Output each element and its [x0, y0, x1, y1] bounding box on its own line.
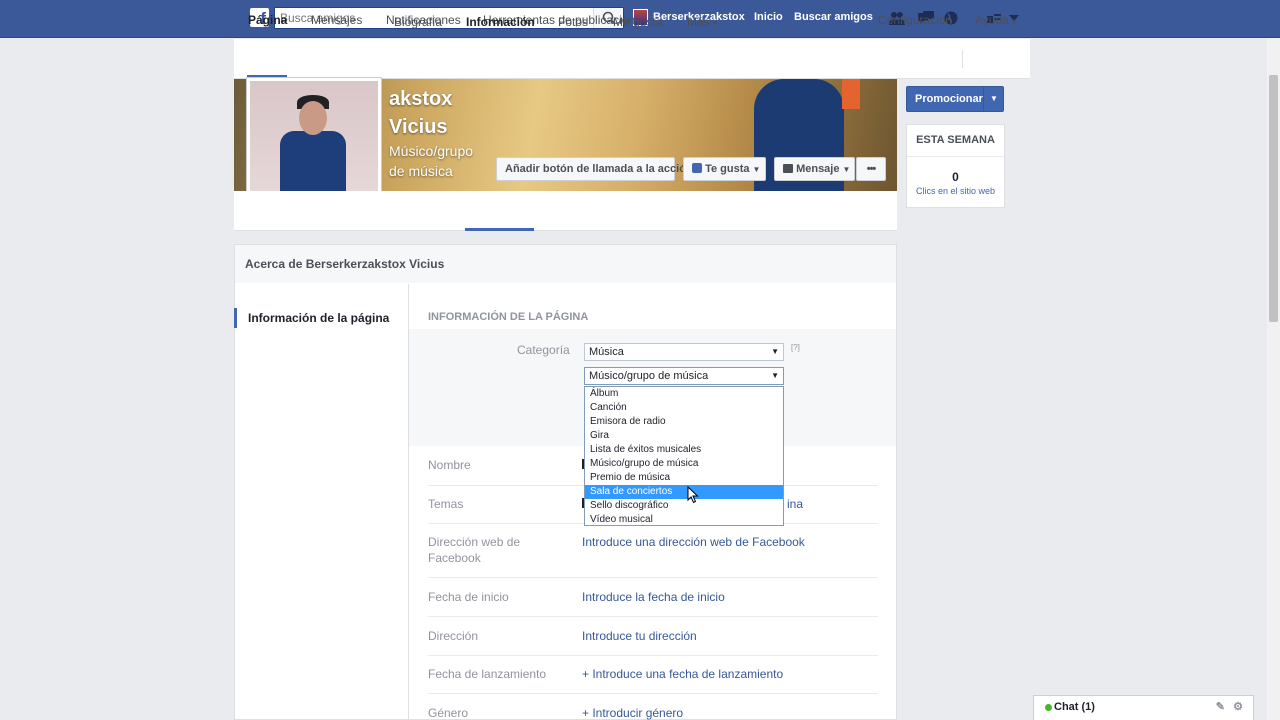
pagenav-messages[interactable]: Mensajes [311, 13, 362, 27]
field-label-genre: Género [428, 706, 469, 720]
chevron-down-icon: ▾ [713, 19, 718, 28]
page-category-line1[interactable]: Músico/grupo [389, 143, 473, 159]
week-title: ESTA SEMANA [907, 125, 1004, 157]
add-cta-button[interactable]: Añadir botón de llamada a la acción [496, 157, 693, 181]
field-value-genre[interactable]: + Introducir género [582, 706, 683, 720]
dropdown-option[interactable]: Vídeo musical [585, 513, 783, 527]
tab-likes[interactable]: Me gusta [613, 15, 662, 29]
category-select-value: Música [589, 346, 624, 358]
this-week-box: ESTA SEMANA 0 Clics en el sitio web [906, 124, 1005, 208]
field-label-release-date: Fecha de lanzamiento [428, 667, 547, 681]
category-select[interactable]: Música ▼ [584, 343, 784, 361]
cover-detail [842, 79, 860, 109]
pagenav-settings[interactable]: Configuración [878, 13, 952, 27]
chat-bar[interactable]: Chat (1) ✎ ⚙ [1033, 695, 1254, 720]
section-title: INFORMACIÓN DE LA PÁGINA [428, 311, 589, 323]
active-section-marker [234, 308, 237, 328]
row-divider [428, 577, 878, 578]
week-count: 0 [952, 170, 959, 184]
field-value-start-date[interactable]: Introduce la fecha de inicio [582, 590, 725, 604]
page-admin-nav [234, 39, 1030, 79]
chat-label: Chat (1) [1054, 701, 1095, 713]
dropdown-option[interactable]: Emisora de radio [585, 415, 783, 429]
page-name-line2: Vicius [389, 116, 448, 138]
home-link[interactable]: Inicio [754, 11, 783, 23]
field-value-release-date[interactable]: + Introduce una fecha de lanzamiento [582, 667, 783, 681]
subcategory-select[interactable]: Músico/grupo de música ▼ [584, 367, 784, 385]
page-name-line1: akstox [389, 88, 453, 110]
thumbs-up-icon [692, 163, 702, 173]
pagenav-help[interactable]: Ayuda ▾ [975, 13, 1016, 27]
row-divider [428, 693, 878, 694]
tab-information[interactable]: Información [466, 15, 535, 29]
field-value-topics[interactable]: ina [787, 497, 803, 511]
dropdown-option[interactable]: Músico/grupo de música [585, 457, 783, 471]
dropdown-option[interactable]: Sello discográfico [585, 499, 783, 513]
about-header: Acerca de Berserkerzakstox Vicius [234, 244, 897, 284]
field-label-topics: Temas [428, 497, 464, 511]
page-tabs-bar [234, 191, 897, 231]
dropdown-option[interactable]: Lista de éxitos musicales [585, 443, 783, 457]
tab-biography[interactable]: Biografía [394, 15, 442, 29]
message-button-label: Mensaje [796, 163, 840, 175]
chevron-down-icon: ▼ [771, 347, 779, 356]
help-link[interactable]: [?] [791, 343, 800, 352]
dropdown-option[interactable]: Álbum [585, 387, 783, 401]
like-button-label: Te gusta [705, 163, 750, 175]
chevron-down-icon: ▼ [771, 371, 779, 380]
field-label-fb-address: Dirección web de Facebook [428, 535, 521, 565]
row-divider [428, 616, 878, 617]
promote-button[interactable]: Promocionar ▼ [906, 86, 1004, 112]
subcategory-dropdown-list: Álbum Canción Emisora de radio Gira List… [584, 386, 784, 526]
more-options-button[interactable]: ••• [856, 157, 886, 181]
sidebar-item-page-info[interactable]: Información de la página [248, 311, 389, 325]
tab-active-indicator [465, 228, 534, 231]
subcategory-select-value: Músico/grupo de música [589, 370, 709, 382]
chevron-down-icon: ▼ [990, 94, 998, 103]
like-button[interactable]: Te gusta ▼ [683, 157, 766, 181]
page-category-line2[interactable]: de música [389, 163, 453, 179]
field-label-address: Dirección [428, 629, 479, 643]
about-title: Acerca de Berserkerzakstox Vicius [245, 257, 445, 271]
scrollbar-thumb[interactable] [1269, 75, 1278, 322]
field-label-start-date: Fecha de inicio [428, 590, 509, 604]
tab-photos[interactable]: Fotos [558, 15, 588, 29]
promote-dropdown[interactable]: ▼ [983, 87, 1003, 111]
field-value-address[interactable]: Introduce tu dirección [582, 629, 697, 643]
dropdown-option[interactable]: Premio de música [585, 471, 783, 485]
compose-icon[interactable]: ✎ [1216, 696, 1225, 718]
online-status-icon [1045, 704, 1052, 711]
row-divider [428, 655, 878, 656]
pagenav-page[interactable]: Página [248, 13, 287, 27]
dropdown-option[interactable]: Gira [585, 429, 783, 443]
chevron-down-icon: ▼ [752, 165, 761, 174]
message-button[interactable]: Mensaje ▼ [774, 157, 855, 181]
dropdown-option-highlighted[interactable]: Sala de conciertos [585, 485, 783, 499]
week-caption[interactable]: Clics en el sitio web [907, 186, 1004, 196]
chevron-down-icon: ▼ [842, 165, 851, 174]
dropdown-option[interactable]: Canción [585, 401, 783, 415]
field-label-name: Nombre [428, 458, 471, 472]
promote-button-label: Promocionar [915, 93, 983, 105]
mouse-cursor-icon [687, 486, 699, 504]
chevron-down-icon: ▾ [1012, 17, 1017, 26]
message-icon [783, 164, 793, 173]
gear-icon[interactable]: ⚙ [1233, 696, 1243, 718]
find-friends-link[interactable]: Buscar amigos [794, 11, 873, 23]
pagenav-divider [962, 50, 963, 68]
category-label: Categoría [517, 343, 570, 357]
pagenav-help-label: Ayuda [975, 13, 1009, 27]
field-value-fb-address[interactable]: Introduce una dirección web de Facebook [582, 535, 805, 549]
tab-more[interactable]: Más ▾ [687, 15, 717, 29]
tab-more-label: Más [687, 15, 710, 29]
